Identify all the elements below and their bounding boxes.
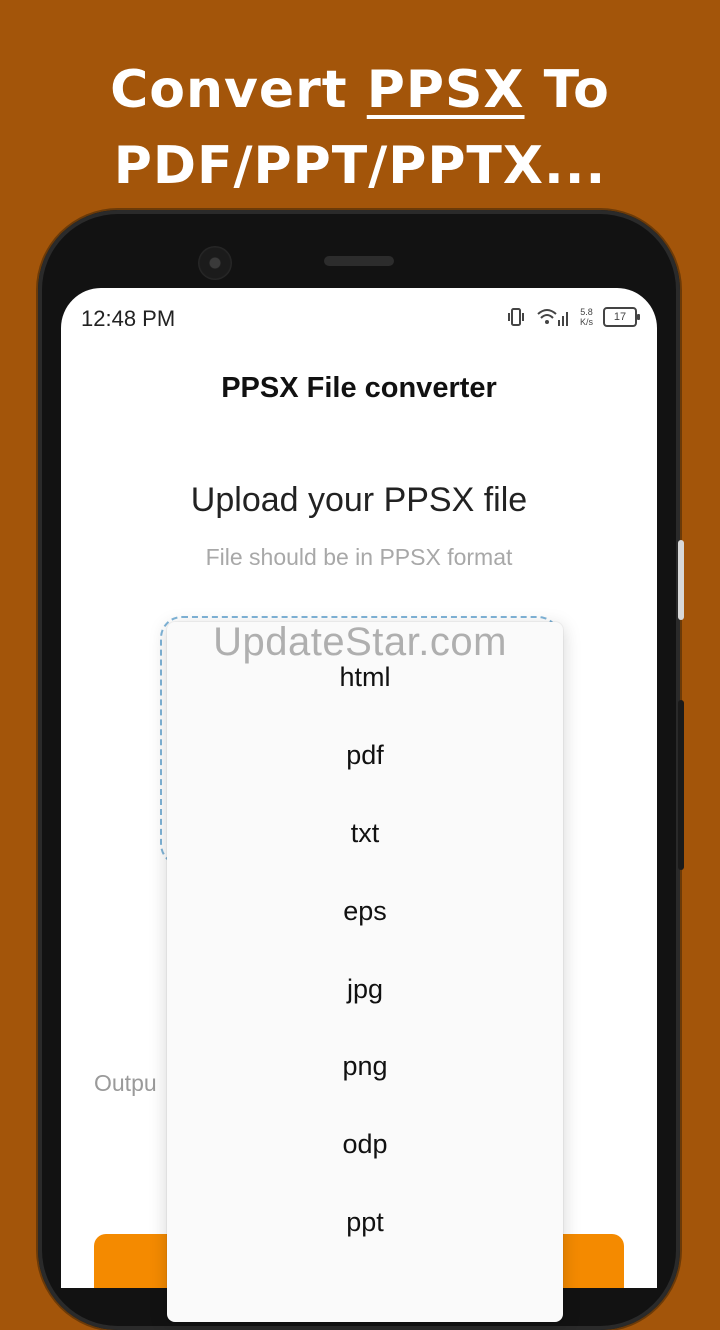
upload-subtitle: File should be in PPSX format — [205, 544, 513, 570]
wifi-signal-icon — [537, 309, 568, 326]
status-icons: 5.8 K/s 17 — [506, 306, 640, 328]
headline-line-1: Convert PPSX To — [0, 52, 720, 128]
battery-icon: 17 — [603, 307, 640, 327]
dropdown-option-eps[interactable]: eps — [167, 891, 563, 931]
network-speed: 5.8 K/s — [580, 307, 593, 327]
earpiece-speaker — [324, 256, 394, 266]
headline-text: Convert — [110, 60, 367, 120]
dropdown-option-ppt[interactable]: ppt — [167, 1202, 563, 1242]
headline-text: To — [524, 60, 610, 120]
headline-highlight: PPSX — [366, 60, 525, 120]
watermark: UpdateStar.com — [213, 620, 507, 664]
net-speed-value: 5.8 — [580, 307, 593, 317]
upload-title: Upload your PPSX file — [190, 481, 528, 519]
dropdown-option-txt[interactable]: txt — [167, 813, 563, 853]
promo-headline: Convert PPSX To PDF/PPT/PPTX... — [0, 52, 720, 204]
output-format-label: Outpu — [94, 1070, 157, 1096]
dropdown-option-odp[interactable]: odp — [167, 1124, 563, 1164]
front-camera-icon — [198, 246, 232, 280]
status-time: 12:48 PM — [81, 306, 176, 331]
headline-line-2: PDF/PPT/PPTX... — [113, 136, 607, 196]
dropdown-option-pdf[interactable]: pdf — [167, 735, 563, 775]
net-speed-unit: K/s — [579, 317, 593, 327]
status-bar: 12:48 PM 5.8 K/s 17 — [61, 288, 657, 346]
output-format-dropdown[interactable]: html pdf txt eps jpg png odp ppt — [167, 622, 563, 1322]
app-title: PPSX File converter — [221, 372, 497, 404]
dropdown-option-jpg[interactable]: jpg — [167, 969, 563, 1009]
power-button — [678, 700, 684, 870]
dropdown-option-png[interactable]: png — [167, 1046, 563, 1086]
volume-button — [678, 540, 684, 620]
vibrate-icon — [507, 308, 524, 326]
